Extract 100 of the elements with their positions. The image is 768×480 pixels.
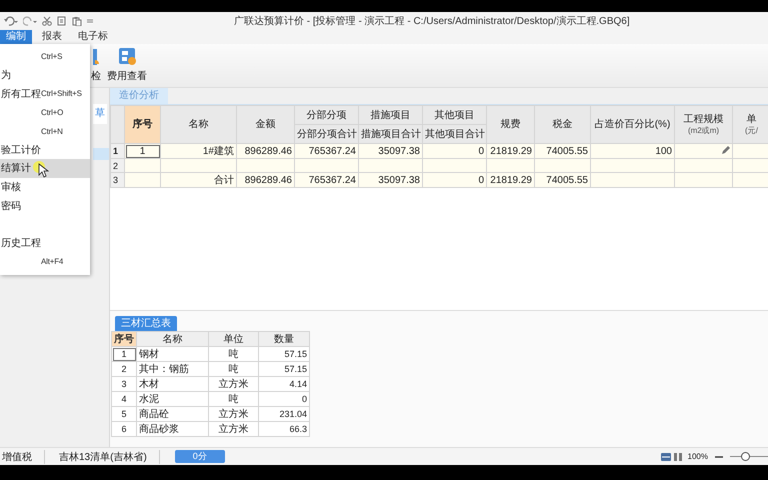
column-header: 工程规模 (m2或m) [674,106,732,144]
table-cell: 其中：钢筋 [136,362,208,376]
menu-item[interactable]: Alt+F4 [0,252,90,272]
table-cell: 商品砼 [136,406,208,422]
row-number: 3 [110,172,124,188]
normal-view-icon[interactable] [660,452,672,462]
table-cell: 1#建筑 [160,144,236,158]
panel-tab[interactable]: 三材汇总表 [115,316,177,331]
table-cell: 4.14 [258,376,310,392]
row-number: 1 [110,144,124,158]
menu-item[interactable]: 所有工程Ctrl+Shift+S [0,84,90,104]
table-cell: 57.15 [258,362,310,376]
status-text: 增值税 [0,450,45,464]
row-number: 2 [110,158,124,172]
column-header: 其他项目合计 [422,124,486,144]
table-cell: 木材 [136,376,208,392]
column-header: 名称 [136,332,208,346]
menu-item[interactable]: Ctrl+S [0,47,90,66]
menu-item[interactable]: 结算计 [0,159,90,178]
column-header: 序号 [124,106,160,144]
zoom-slider[interactable] [730,452,768,461]
table-cell: 765367.24 [294,144,358,158]
table-cell: 66.3 [258,422,310,436]
column-header: 金额 [236,106,294,144]
table-cell: 231.04 [258,406,310,422]
menu-tab[interactable]: 报表 [36,30,68,44]
pencil-icon[interactable] [721,146,730,156]
column-header: 规费 [486,106,534,144]
table-cell: 6 [112,422,136,436]
menu-tab[interactable]: 编制 [0,30,32,44]
menu-item[interactable]: 历史工程 [0,234,90,253]
table-cell: 100 [590,144,674,158]
table-cell: 35097.38 [358,172,422,188]
table-cell: 1 [112,346,136,362]
table-cell [294,158,358,172]
undo-icon[interactable] [4,16,18,26]
redo-icon[interactable] [23,16,37,26]
table-cell [236,158,294,172]
table-cell [124,172,160,188]
table-cell: 4 [112,392,136,406]
paste-icon[interactable] [72,16,82,26]
column-header: 措施项目合计 [358,124,422,144]
menu-item[interactable]: 为 [0,66,90,84]
column-header: 名称 [160,106,236,144]
column-header: 数量 [258,332,310,346]
column-header: 单位 [208,332,258,346]
table-cell: 3 [112,376,136,392]
shortcut-label: Ctrl+N [41,126,64,136]
menu-tab[interactable]: 电子标 [72,30,114,44]
table-cell: 5 [112,406,136,422]
table-cell: 74005.55 [534,172,590,188]
page-view-icon[interactable] [672,452,684,462]
table-cell [534,158,590,172]
ribbon-button[interactable]: 检 [91,44,101,87]
menu-item[interactable]: Ctrl+O [0,103,90,122]
table-cell: 立方米 [208,422,258,436]
menu-item[interactable]: 验工计价 [0,140,90,160]
column-header: 分部分项 [294,106,358,124]
column-header: 分部分项合计 [294,124,358,144]
cut-icon[interactable] [42,16,52,26]
table-cell: 0 [258,392,310,406]
menu-item[interactable]: Ctrl+N [0,122,90,140]
table-cell: 立方米 [208,406,258,422]
zoom-level: 100% [688,452,708,461]
menu-item[interactable]: 审核 [0,178,90,196]
table-cell: 35097.38 [358,144,422,158]
column-header: 措施项目 [358,106,422,124]
ribbon-button[interactable]: 费用查看 [107,44,147,87]
menu-item[interactable]: 密码 [0,196,90,216]
column-header: 其他项目 [422,106,486,124]
column-header: 序号 [112,332,136,346]
table-cell: 合计 [160,172,236,188]
table-cell [732,158,768,172]
shortcut-label: Ctrl+S [41,52,64,61]
table-cell: 吨 [208,392,258,406]
slider-thumb[interactable] [741,452,750,461]
column-header: 税金 [534,106,590,144]
table-cell: 896289.46 [236,172,294,188]
table-cell: 0 [422,144,486,158]
shortcut-label: Ctrl+O [41,108,64,117]
copy-icon[interactable] [57,16,67,26]
table-cell [486,158,534,172]
status-text: 吉林13清单(吉林省) [57,450,160,464]
table-cell [124,158,160,172]
table-cell: 1 [124,144,160,158]
table-cell: 765367.24 [294,172,358,188]
table-cell: 2 [112,362,136,376]
table-cell: 74005.55 [534,144,590,158]
panel-tab[interactable]: 草 [93,104,107,124]
table-cell: 立方米 [208,376,258,392]
table-cell [422,158,486,172]
table-cell: 896289.46 [236,144,294,158]
table-cell [732,172,768,188]
table-cell: 21819.29 [486,144,534,158]
table-cell: 钢材 [136,346,208,362]
table-cell [358,158,422,172]
document-icon [93,47,99,66]
shortcut-label: Ctrl+Shift+S [41,89,83,98]
column-header: 占造价百分比(%) [590,106,674,144]
table-cell: 吨 [208,346,258,362]
